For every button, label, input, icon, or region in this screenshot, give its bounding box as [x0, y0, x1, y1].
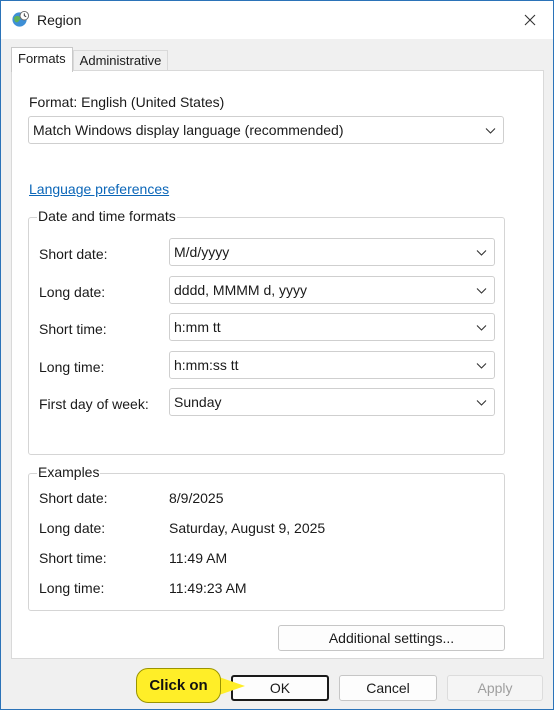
- long-date-label: Long date:: [39, 284, 106, 300]
- short-date-dropdown[interactable]: M/d/yyyy: [169, 238, 495, 266]
- first-day-of-week-label: First day of week:: [39, 396, 149, 412]
- example-short-date-label: Short date:: [39, 490, 108, 506]
- chevron-down-icon: [476, 250, 487, 256]
- region-dialog: Region Formats Administrative Format: En…: [0, 0, 554, 710]
- format-label: Format: English (United States): [29, 94, 225, 110]
- example-short-date-value: 8/9/2025: [169, 490, 224, 506]
- short-time-label: Short time:: [39, 321, 107, 337]
- date-time-formats-group: Date and time formats Short date: M/d/yy…: [28, 208, 505, 455]
- tab-formats[interactable]: Formats: [11, 47, 73, 72]
- formats-panel: Format: English (United States) Match Wi…: [11, 70, 544, 659]
- example-short-time-label: Short time:: [39, 550, 107, 566]
- close-icon: [524, 14, 536, 26]
- first-day-of-week-dropdown[interactable]: Sunday: [169, 388, 495, 416]
- chevron-down-icon: [485, 128, 496, 134]
- example-long-date-label: Long date:: [39, 520, 106, 536]
- apply-button: Apply: [447, 675, 543, 701]
- cancel-button[interactable]: Cancel: [339, 675, 437, 701]
- short-time-dropdown[interactable]: h:mm tt: [169, 313, 495, 341]
- language-preferences-link[interactable]: Language preferences: [29, 181, 169, 197]
- callout-label: Click on: [136, 668, 221, 703]
- chevron-down-icon: [476, 325, 487, 331]
- chevron-down-icon: [476, 363, 487, 369]
- example-long-time-value: 11:49:23 AM: [169, 580, 247, 596]
- format-dropdown-value: Match Windows display language (recommen…: [33, 122, 344, 138]
- long-date-value: dddd, MMMM d, yyyy: [174, 282, 308, 298]
- short-date-value: M/d/yyyy: [174, 244, 230, 260]
- additional-settings-button[interactable]: Additional settings...: [278, 625, 505, 651]
- long-date-dropdown[interactable]: dddd, MMMM d, yyyy: [169, 276, 495, 304]
- short-time-value: h:mm tt: [174, 319, 221, 335]
- tab-administrative[interactable]: Administrative: [72, 50, 169, 71]
- first-day-of-week-value: Sunday: [174, 394, 222, 410]
- chevron-down-icon: [476, 400, 487, 406]
- ok-button[interactable]: OK: [231, 675, 329, 701]
- close-button[interactable]: [507, 1, 553, 39]
- example-long-time-label: Long time:: [39, 580, 105, 596]
- globe-clock-icon: [12, 10, 30, 27]
- long-time-label: Long time:: [39, 359, 105, 375]
- date-time-formats-title: Date and time formats: [37, 208, 177, 224]
- callout-arrow: [219, 677, 245, 695]
- examples-group: Examples Short date: 8/9/2025 Long date:…: [28, 464, 505, 611]
- short-date-label: Short date:: [39, 246, 108, 262]
- long-time-dropdown[interactable]: h:mm:ss tt: [169, 351, 495, 379]
- tab-strip: Formats Administrative: [11, 47, 169, 72]
- chevron-down-icon: [476, 288, 487, 294]
- examples-title: Examples: [37, 464, 101, 480]
- format-dropdown[interactable]: Match Windows display language (recommen…: [28, 116, 504, 144]
- example-short-time-value: 11:49 AM: [169, 550, 228, 566]
- title-bar: Region: [1, 1, 553, 39]
- long-time-value: h:mm:ss tt: [174, 357, 239, 373]
- window-title: Region: [37, 12, 82, 28]
- example-long-date-value: Saturday, August 9, 2025: [169, 520, 326, 536]
